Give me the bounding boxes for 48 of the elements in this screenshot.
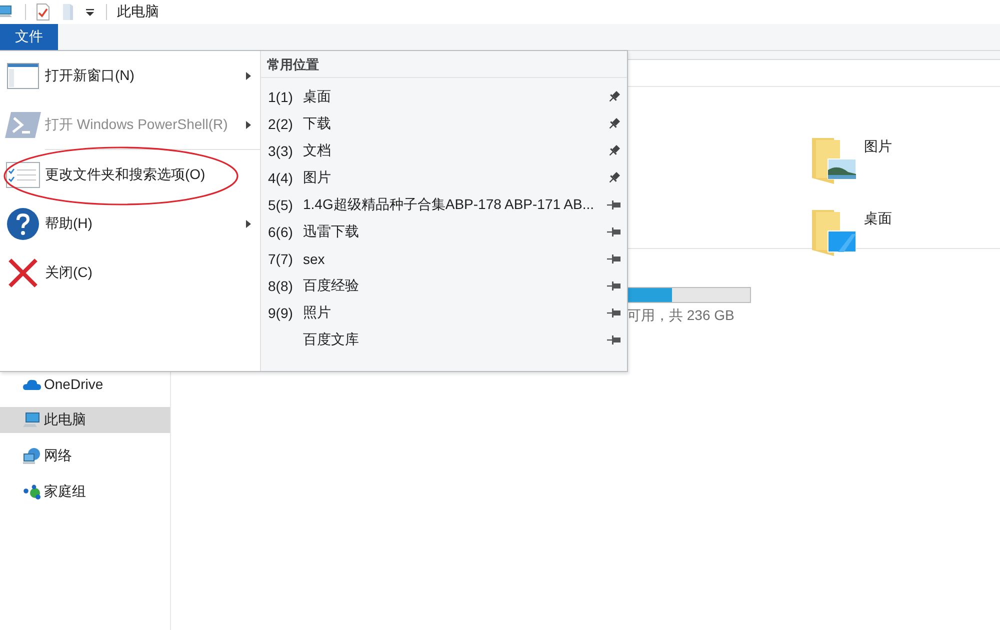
sidebar-item[interactable]: 此电脑 (0, 407, 170, 433)
recent-place-item[interactable]: 7(7) sex (261, 245, 627, 272)
menu-item[interactable]: 打开新窗口(N) (0, 51, 260, 100)
pin-icon[interactable] (608, 172, 620, 184)
recent-place-item[interactable]: 百度文库 (261, 326, 627, 353)
recent-place-item[interactable]: 3(3) 文档 (261, 137, 627, 164)
drive-space-text: 可用，共 236 GB (627, 307, 736, 325)
unpinned-icon[interactable] (607, 334, 621, 344)
sidebar-item[interactable]: OneDrive (0, 371, 170, 397)
options-list-icon (6, 162, 40, 188)
network-icon (23, 448, 41, 464)
close-icon (8, 258, 38, 288)
menu-item[interactable]: 更改文件夹和搜索选项(O) (0, 150, 260, 199)
menu-item[interactable]: 帮助(H) (0, 199, 260, 248)
pin-icon[interactable] (608, 144, 620, 156)
recent-place-item[interactable]: 4(4) 图片 (261, 164, 627, 191)
homegroup-icon (23, 484, 41, 500)
computer-icon (0, 4, 13, 20)
powershell-icon (5, 112, 41, 138)
unpinned-icon[interactable] (607, 280, 621, 290)
recent-place-item[interactable]: 8(8) 百度经验 (261, 272, 627, 299)
pin-icon[interactable] (608, 90, 620, 102)
cloud-icon (23, 378, 41, 390)
pin-icon[interactable] (608, 118, 620, 130)
unpinned-icon[interactable] (607, 254, 621, 264)
recent-place-item[interactable]: 6(6) 迅雷下载 (261, 218, 627, 245)
window-title: 此电脑 (117, 3, 159, 21)
pictures-folder-icon (812, 138, 856, 184)
unpinned-icon[interactable] (607, 308, 621, 318)
unpinned-icon[interactable] (607, 226, 621, 236)
window-icon (7, 62, 39, 88)
menu-item[interactable]: 关闭(C) (0, 248, 260, 297)
dropdown-caret-icon[interactable] (86, 8, 94, 16)
help-icon (6, 206, 40, 240)
checklist-icon[interactable] (36, 3, 50, 21)
recent-place-item[interactable]: 2(2) 下载 (261, 110, 627, 137)
computer-icon (23, 412, 41, 428)
unpinned-icon[interactable] (607, 200, 621, 210)
section-heading: 常用位置 (261, 51, 627, 78)
sidebar-item[interactable]: 家庭组 (0, 479, 170, 505)
folder-label[interactable]: 桌面 (864, 210, 892, 228)
desktop-folder-icon (812, 210, 856, 256)
recent-place-item[interactable]: 9(9) 照片 (261, 299, 627, 326)
recent-place-item[interactable]: 1(1) 桌面 (261, 83, 627, 110)
folder-label[interactable]: 图片 (864, 138, 892, 156)
sidebar-item[interactable]: 网络 (0, 443, 170, 469)
ribbon-tab[interactable]: 文件 (0, 24, 58, 50)
recent-place-item[interactable]: 5(5) 1.4G超级精品种子合集ABP-178 ABP-171 AB... (261, 191, 627, 218)
